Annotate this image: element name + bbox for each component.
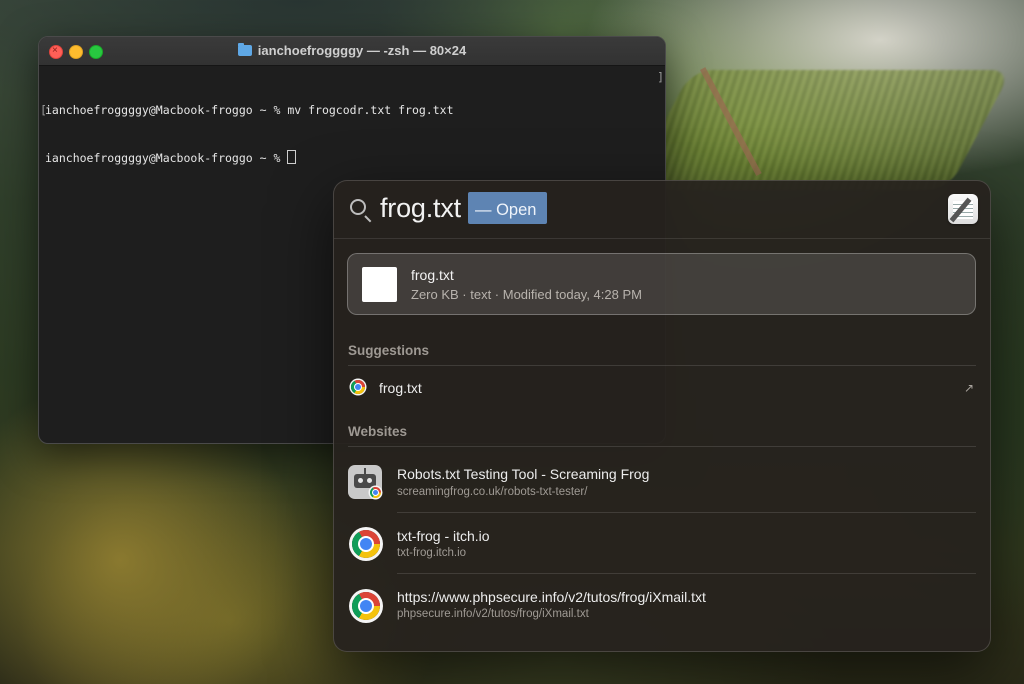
top-hit-title: frog.txt — [411, 267, 454, 283]
open-in-browser-icon[interactable]: ↗ — [964, 381, 974, 395]
robot-eye-left — [358, 478, 363, 483]
spotlight-panel[interactable]: frog.txt — Open frog.txt Zero KB · text … — [333, 180, 991, 652]
suggestion-title: frog.txt — [379, 380, 422, 396]
selection-bracket-right: ] — [657, 70, 664, 84]
website-1-title: Robots.txt Testing Tool - Screaming Frog — [397, 466, 650, 482]
website-2-title: txt-frog - itch.io — [397, 528, 490, 544]
text-file-icon — [362, 267, 397, 302]
selection-bracket-left: [ — [40, 103, 47, 117]
spotlight-search-input[interactable]: frog.txt — [380, 193, 461, 224]
textedit-app-icon[interactable] — [948, 194, 978, 224]
suggestions-divider — [348, 365, 976, 366]
website-2-url: txt-frog.itch.io — [397, 547, 467, 559]
search-icon — [350, 199, 366, 215]
folder-icon — [237, 43, 252, 56]
chrome-icon — [352, 592, 380, 620]
terminal-line-2: ianchoefroggggy@Macbook-froggo ~ % — [45, 150, 659, 166]
terminal-line-1-text: ianchoefroggggy@Macbook-froggo ~ % mv fr… — [45, 103, 454, 117]
robot-icon — [348, 465, 382, 499]
robot-eye-right — [367, 478, 372, 483]
suggestions-heading: Suggestions — [348, 343, 430, 358]
website-3-url: phpsecure.info/v2/tutos/frog/iXmail.txt — [397, 608, 589, 620]
terminal-titlebar[interactable]: × ianchoefroggggy — -zsh — 80×24 — [39, 37, 665, 66]
website-3-title: https://www.phpsecure.info/v2/tutos/frog… — [397, 589, 706, 605]
top-hit-meta: Zero KB · text · Modified today, 4:28 PM — [411, 287, 642, 302]
open-action-hint[interactable]: — Open — [468, 192, 548, 224]
wallpaper-field — [628, 70, 1012, 190]
chrome-icon — [352, 530, 380, 558]
chrome-badge-icon — [370, 487, 381, 498]
top-hit-result[interactable]: frog.txt Zero KB · text · Modified today… — [347, 253, 976, 315]
websites-divider — [348, 446, 976, 447]
terminal-title-text: ianchoefroggggy — -zsh — 80×24 — [257, 43, 467, 58]
robot-face — [354, 474, 376, 488]
terminal-cursor — [287, 150, 297, 164]
websites-heading: Websites — [348, 424, 408, 439]
chrome-icon — [351, 380, 365, 394]
suggestion-row[interactable]: frog.txt — [334, 371, 990, 403]
terminal-line-2-text: ianchoefroggggy@Macbook-froggo ~ % — [45, 151, 288, 165]
website-1-url: screamingfrog.co.uk/robots-txt-tester/ — [397, 486, 588, 498]
terminal-title: ianchoefroggggy — -zsh — 80×24 — [39, 43, 665, 58]
spotlight-search-row[interactable]: frog.txt — Open — [334, 181, 990, 239]
terminal-line-1: [ianchoefroggggy@Macbook-froggo ~ % mv f… — [40, 102, 659, 118]
